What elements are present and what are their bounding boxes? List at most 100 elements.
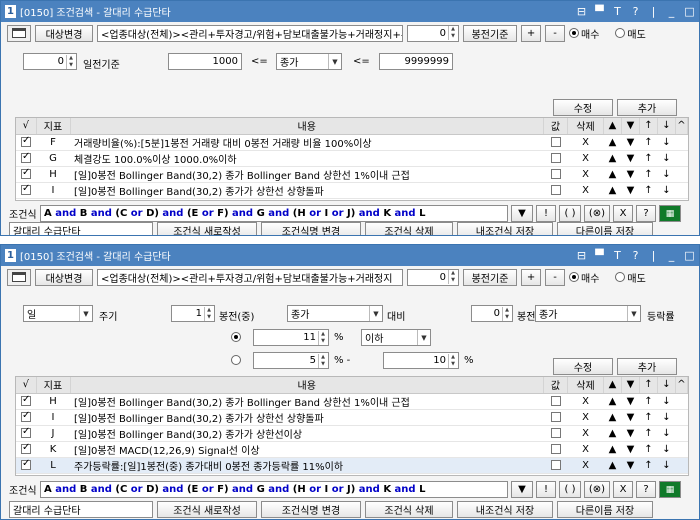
font-icon[interactable]: T	[612, 249, 623, 262]
help-icon[interactable]: ?	[630, 249, 641, 262]
move-down-icon[interactable]: ▼	[621, 393, 640, 410]
save-condition-button[interactable]: 내조건식 저장	[457, 222, 553, 235]
delete-button[interactable]: X	[567, 457, 604, 474]
move-up-icon[interactable]: ▲	[603, 166, 622, 183]
move-up-icon[interactable]: ▲	[603, 393, 622, 410]
delete-condition-button[interactable]: 조건식 삭제	[365, 501, 453, 518]
table-row[interactable]: F거래량비율(%):[5분]1봉전 거래량 대비 0봉전 거래량 비율 100%…	[16, 134, 688, 151]
spinner-arrows-icon[interactable]: ▲ ▼	[502, 306, 511, 321]
rename-condition-button[interactable]: 조건식명 변경	[261, 222, 361, 235]
pct-range-radio[interactable]	[231, 355, 241, 365]
move-up-icon[interactable]: ▲	[603, 425, 622, 442]
table-row[interactable]: J[일]0봉전 Bollinger Band(30,2) 종가가 상한선이상 X▲…	[16, 198, 688, 200]
new-condition-button[interactable]: 조건식 새로작성	[157, 222, 257, 235]
count-spinner[interactable]: 0 ▲ ▼	[407, 268, 459, 286]
value-cell[interactable]	[543, 441, 568, 458]
value-cell[interactable]	[543, 457, 568, 474]
price-field-select[interactable]: 종가 ▼	[276, 53, 342, 70]
move-top-icon[interactable]: ↑	[639, 150, 658, 167]
move-down-icon[interactable]: ▼	[621, 457, 640, 474]
row-checkbox[interactable]	[21, 458, 31, 470]
spinner-arrows-icon[interactable]: ▲ ▼	[318, 330, 327, 345]
table-row[interactable]: H[일]0봉전 Bollinger Band(30,2) 종가 Bollinge…	[16, 166, 688, 183]
pct1-spinner[interactable]: 11 ▲ ▼	[253, 329, 329, 346]
move-up-icon[interactable]: ▲	[603, 409, 622, 426]
spinner-arrows-icon[interactable]: ▲ ▼	[448, 270, 457, 284]
move-up-icon[interactable]: ▲	[603, 198, 622, 200]
move-bottom-icon[interactable]: ↓	[657, 393, 676, 410]
save-as-button[interactable]: 다른이름 저장	[557, 222, 653, 235]
spinner-arrows-icon[interactable]: ▲ ▼	[204, 306, 213, 321]
table-row[interactable]: I[일]0봉전 Bollinger Band(30,2) 종가가 상한선 상향돌…	[16, 409, 688, 426]
move-top-icon[interactable]: ↑	[639, 425, 658, 442]
move-top-icon[interactable]: ↑	[639, 182, 658, 199]
move-top-icon[interactable]: ↑	[639, 134, 658, 151]
delete-button[interactable]: X	[567, 134, 604, 151]
move-bottom-icon[interactable]: ↓	[657, 150, 676, 167]
sell-radio[interactable]: 매도	[615, 270, 646, 285]
value-cell[interactable]	[543, 409, 568, 426]
check-cell[interactable]	[16, 409, 36, 426]
condition-name-input[interactable]: 갈대리 수급단타	[9, 222, 153, 235]
table-row[interactable]: J[일]0봉전 Bollinger Band(30,2) 종가가 상한선이상 X▲…	[16, 425, 688, 442]
pin-icon[interactable]: ▀	[594, 5, 605, 18]
layout-icon[interactable]: ⊟	[576, 5, 587, 18]
row-checkbox[interactable]	[21, 151, 31, 163]
remove-parenthesis-button[interactable]: (⊗)	[584, 481, 610, 498]
move-down-icon[interactable]: ▼	[621, 198, 640, 200]
move-bottom-icon[interactable]: ↓	[657, 134, 676, 151]
spinner-arrows-icon[interactable]: ▲ ▼	[448, 26, 457, 40]
delete-button[interactable]: X	[567, 409, 604, 426]
row-checkbox[interactable]	[21, 167, 31, 179]
table-row[interactable]: K[일]0봉전 MACD(12,26,9) Signal선 이상 X▲▼↑↓	[16, 441, 688, 458]
value-checkbox[interactable]	[550, 459, 561, 470]
bar-base-button[interactable]: 봉전기준	[463, 268, 517, 286]
minus-button[interactable]: -	[545, 24, 565, 42]
price-field-select[interactable]: 종가 ▼	[287, 305, 383, 322]
move-up-icon[interactable]: ▲	[603, 134, 622, 151]
target-change-button[interactable]: 대상변경	[35, 268, 93, 286]
spinner-arrows-icon[interactable]: ▲ ▼	[66, 54, 75, 69]
value-cell[interactable]	[543, 150, 568, 167]
spinner-arrows-icon[interactable]: ▲ ▼	[318, 353, 327, 368]
check-cell[interactable]	[16, 182, 36, 199]
value-checkbox[interactable]	[550, 136, 561, 147]
add-button[interactable]: 추가	[617, 358, 677, 375]
move-up-icon[interactable]: ▲	[603, 182, 622, 199]
move-bottom-icon[interactable]: ↓	[657, 166, 676, 183]
layout-icon[interactable]: ⊟	[576, 249, 587, 262]
row-checkbox[interactable]	[21, 135, 31, 147]
pin-icon[interactable]: ▀	[594, 249, 605, 262]
condition-expression[interactable]: A and B and (C or D) and (E or F) and G …	[40, 205, 508, 222]
plus-button[interactable]: +	[521, 24, 541, 42]
delete-button[interactable]: X	[567, 198, 604, 200]
move-down-icon[interactable]: ▼	[621, 425, 640, 442]
move-up-icon[interactable]: ▲	[603, 441, 622, 458]
dropdown-arrow-icon[interactable]: ▼	[417, 330, 430, 345]
buy-radio[interactable]: 매수	[569, 26, 599, 41]
scroll-up-icon[interactable]: ^	[675, 118, 688, 135]
move-top-icon[interactable]: ↑	[639, 393, 658, 410]
days-spinner[interactable]: 0 ▲ ▼	[23, 53, 77, 70]
help-icon[interactable]: ?	[630, 5, 641, 18]
move-top-icon[interactable]: ↑	[639, 409, 658, 426]
delete-condition-button[interactable]: 조건식 삭제	[365, 222, 453, 235]
value-cell[interactable]	[543, 425, 568, 442]
dropdown-arrow-icon[interactable]: ▼	[79, 306, 92, 321]
delete-button[interactable]: X	[567, 166, 604, 183]
value-checkbox[interactable]	[550, 395, 561, 406]
save-as-button[interactable]: 다른이름 저장	[557, 501, 653, 518]
edit-button[interactable]: 수정	[553, 99, 613, 116]
condition-dropdown-button[interactable]: ▼	[511, 481, 533, 498]
move-top-icon[interactable]: ↑	[639, 166, 658, 183]
move-down-icon[interactable]: ▼	[621, 150, 640, 167]
price-field2-select[interactable]: 종가 ▼	[535, 305, 641, 322]
buy-radio[interactable]: 매수	[569, 270, 599, 285]
move-down-icon[interactable]: ▼	[621, 441, 640, 458]
value-cell[interactable]	[543, 182, 568, 199]
move-down-icon[interactable]: ▼	[621, 166, 640, 183]
scroll-up-icon[interactable]: ^	[675, 377, 688, 394]
move-up-icon[interactable]: ▲	[603, 150, 622, 167]
move-bottom-icon[interactable]: ↓	[657, 457, 676, 474]
value-cell[interactable]	[543, 166, 568, 183]
